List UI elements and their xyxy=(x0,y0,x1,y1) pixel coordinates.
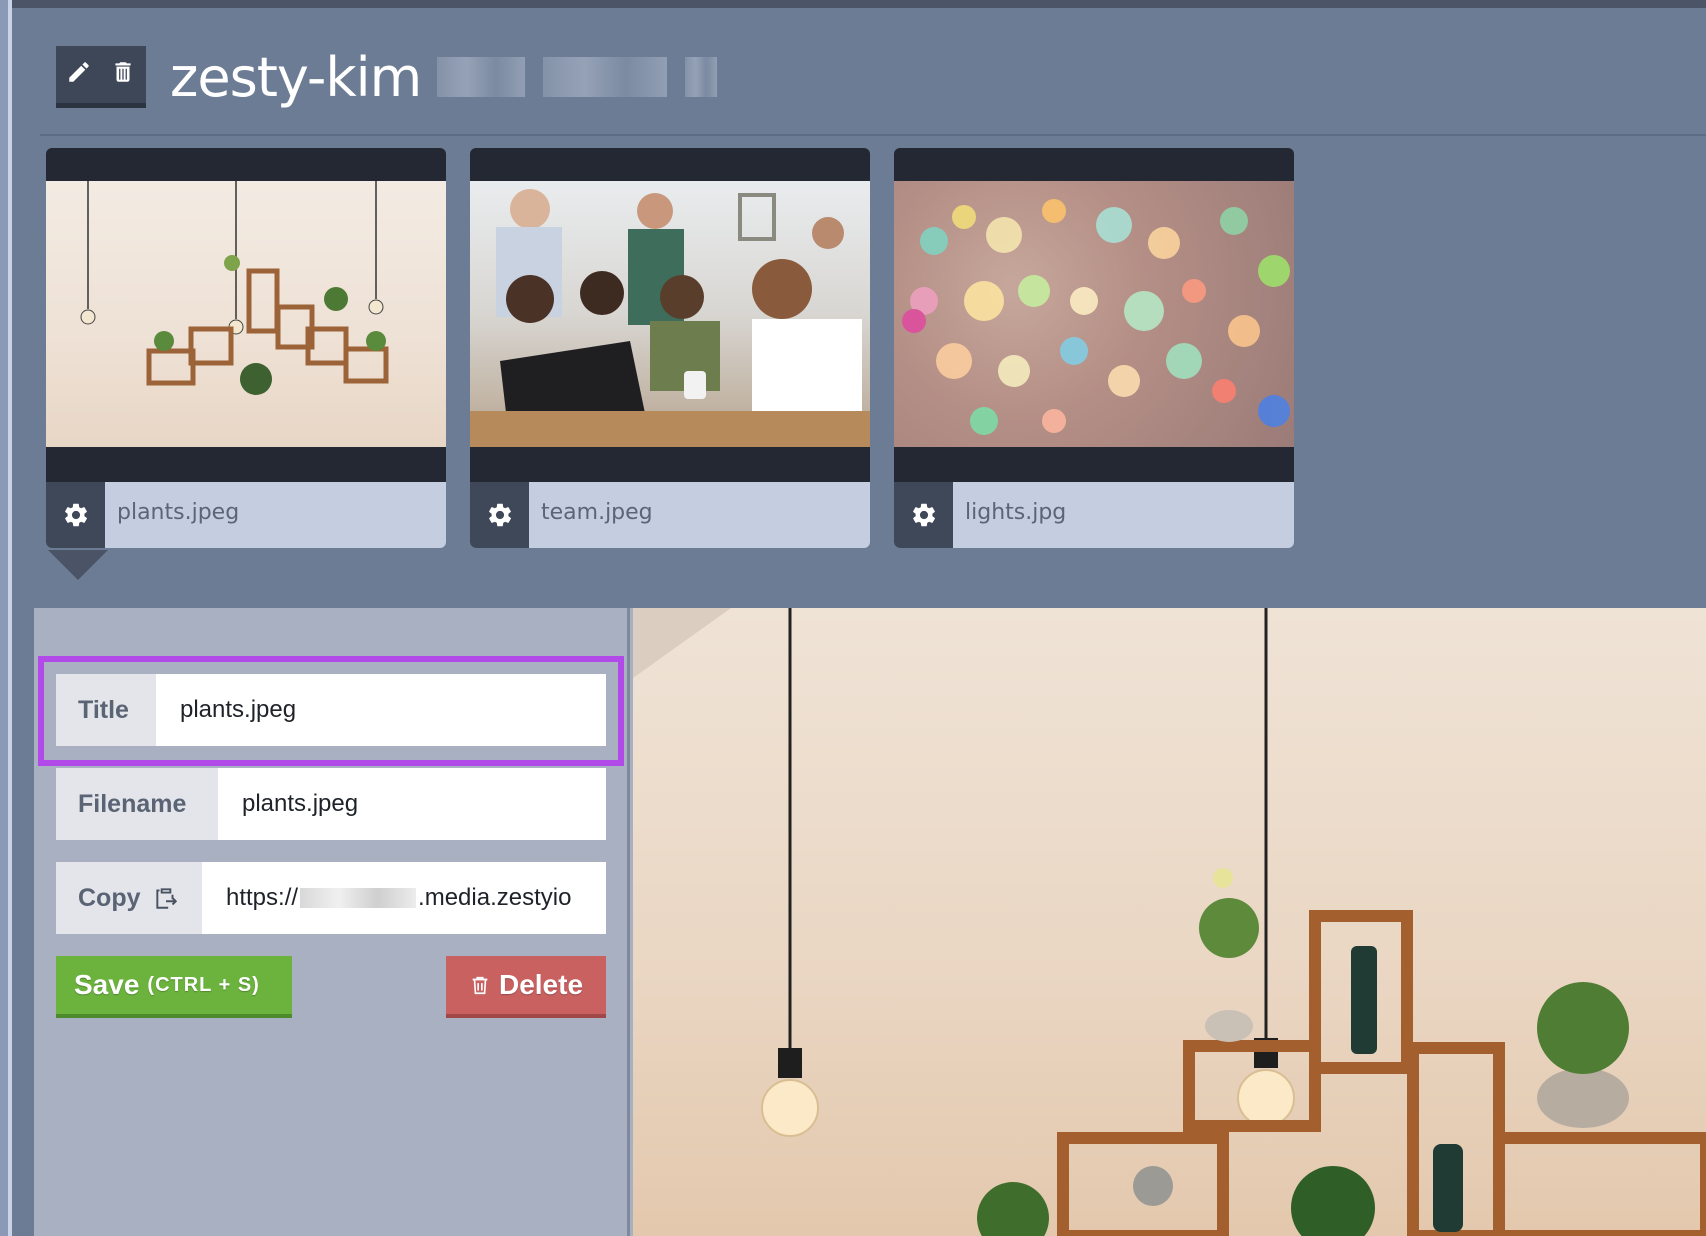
save-shortcut: (CTRL + S) xyxy=(147,973,260,996)
pencil-icon[interactable] xyxy=(66,59,92,90)
save-label: Save xyxy=(74,969,140,1000)
plants-thumbnail[interactable] xyxy=(46,181,446,447)
top-strip xyxy=(0,0,1706,8)
url-field: Copy https:// .media.zestyio xyxy=(56,862,606,934)
file-name[interactable]: lights.jpg xyxy=(953,482,1066,548)
filename-input[interactable] xyxy=(218,768,606,840)
title-tools xyxy=(56,46,146,108)
card-footer: lights.jpg xyxy=(894,482,1294,548)
gear-icon xyxy=(64,503,87,527)
clipboard-icon xyxy=(155,888,177,909)
selected-card-pointer xyxy=(48,550,108,580)
file-card[interactable]: team.jpeg xyxy=(470,148,870,548)
page-title: zesty-kim xyxy=(170,45,422,109)
settings-button[interactable] xyxy=(46,482,105,548)
image-preview xyxy=(633,608,1706,1236)
redacted-text xyxy=(437,55,718,99)
gear-icon xyxy=(488,503,511,527)
team-thumbnail[interactable] xyxy=(470,181,870,447)
url-input[interactable]: https:// .media.zestyio xyxy=(202,862,606,934)
url-suffix: .media.zestyio xyxy=(418,884,572,911)
lights-thumbnail[interactable] xyxy=(894,181,1294,447)
gear-icon xyxy=(912,503,935,527)
settings-button[interactable] xyxy=(470,482,529,548)
header-divider xyxy=(40,134,1706,136)
redacted-host xyxy=(300,888,417,908)
delete-label: Delete xyxy=(498,969,584,1000)
card-frame xyxy=(894,148,1294,482)
file-card[interactable]: lights.jpg xyxy=(894,148,1294,548)
title-label: Title xyxy=(56,674,156,746)
file-name[interactable]: team.jpeg xyxy=(529,482,653,548)
file-grid: plants.jpeg team.jpeg lights.jpg xyxy=(46,148,1294,548)
file-name[interactable]: plants.jpeg xyxy=(105,482,239,548)
title-field: Title xyxy=(56,674,606,746)
card-footer: team.jpeg xyxy=(470,482,870,548)
filename-field: Filename xyxy=(56,768,606,840)
copy-url-button[interactable]: Copy xyxy=(56,862,202,934)
left-edge xyxy=(0,0,12,1236)
url-prefix: https:// xyxy=(226,884,299,911)
trash-icon[interactable] xyxy=(110,59,136,90)
filename-label: Filename xyxy=(56,768,218,840)
card-frame xyxy=(470,148,870,482)
delete-button[interactable]: Delete xyxy=(446,956,606,1018)
title-input[interactable] xyxy=(156,674,606,746)
save-button[interactable]: Save (CTRL + S) xyxy=(56,956,292,1018)
copy-label: Copy xyxy=(78,883,141,912)
trash-icon xyxy=(472,976,488,995)
card-frame xyxy=(46,148,446,482)
settings-button[interactable] xyxy=(894,482,953,548)
file-detail-panel: Title Filename Copy https:// .media.zesty… xyxy=(34,608,1706,1236)
file-card[interactable]: plants.jpeg xyxy=(46,148,446,548)
header: zesty-kim xyxy=(56,44,718,110)
file-form: Title Filename Copy https:// .media.zesty… xyxy=(34,608,630,1236)
card-footer: plants.jpeg xyxy=(46,482,446,548)
